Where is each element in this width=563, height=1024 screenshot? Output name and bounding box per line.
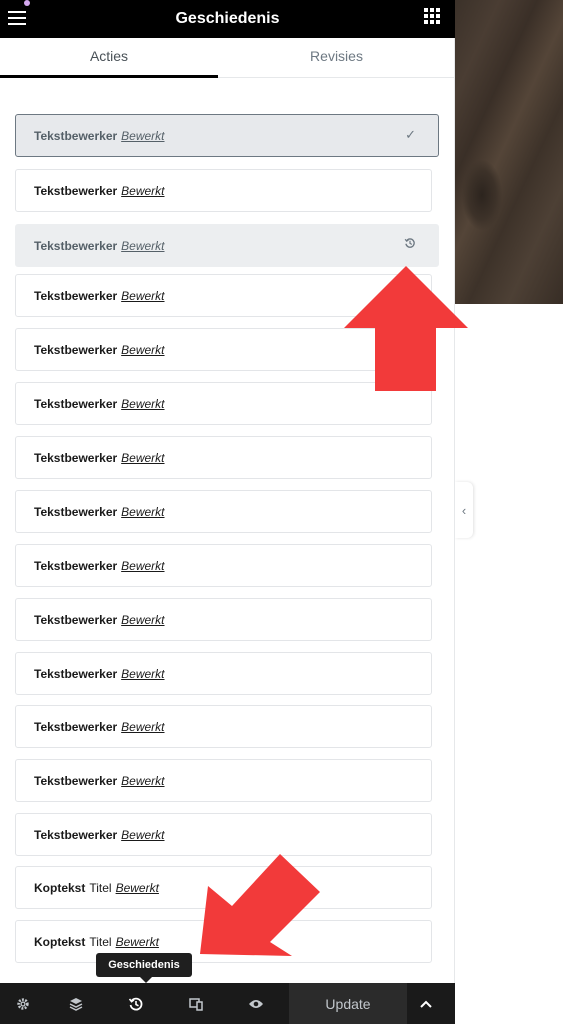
history-tooltip: Geschiedenis — [96, 953, 192, 983]
navigator-button[interactable] — [46, 983, 106, 1024]
history-item-action: Bewerkt — [121, 773, 165, 788]
history-item[interactable]: Tekstbewerker Bewerkt — [15, 598, 432, 641]
history-tabs: Acties Revisies — [0, 38, 455, 78]
grid-icon[interactable] — [424, 8, 440, 24]
history-item[interactable]: Tekstbewerker Bewerkt — [15, 544, 432, 587]
history-item-action: Bewerkt — [121, 128, 165, 143]
preview-button[interactable] — [226, 983, 286, 1024]
history-item-element: Tekstbewerker — [34, 719, 118, 734]
history-item-action: Bewerkt — [121, 558, 165, 573]
panel-footer: Update — [0, 983, 455, 1024]
hamburger-icon[interactable] — [8, 11, 26, 25]
history-item-element: Tekstbewerker — [34, 450, 118, 465]
eye-icon — [249, 999, 263, 1008]
history-item-action: Bewerkt — [121, 342, 165, 357]
annotation-arrow-down-left — [200, 854, 320, 956]
history-item[interactable]: Tekstbewerker Bewerkt — [15, 652, 432, 695]
history-item-element: Tekstbewerker — [34, 504, 118, 519]
history-item-element: Koptekst — [34, 880, 86, 895]
history-item[interactable]: Tekstbewerker Bewerkt — [15, 224, 439, 267]
history-item-element: Tekstbewerker — [34, 558, 118, 573]
layers-icon — [69, 997, 83, 1011]
preview-image-knot — [462, 160, 502, 230]
history-item-element: Tekstbewerker — [34, 666, 118, 681]
history-icon[interactable] — [404, 237, 416, 252]
history-item-element: Tekstbewerker — [34, 238, 118, 253]
checkmark-icon: ✓ — [405, 127, 416, 142]
history-item-action: Bewerkt — [115, 880, 159, 895]
panel-header: Geschiedenis — [0, 0, 455, 38]
history-item-action: Bewerkt — [121, 504, 165, 519]
preview-image — [455, 0, 563, 304]
history-item-element-suffix: Titel — [89, 880, 112, 895]
tab-revisies[interactable]: Revisies — [218, 38, 455, 77]
collapse-panel-button[interactable]: ‹ — [455, 482, 473, 538]
history-item-action: Bewerkt — [121, 396, 165, 411]
annotation-arrow-up — [344, 266, 468, 391]
history-item-element: Tekstbewerker — [34, 183, 118, 198]
history-item-element: Tekstbewerker — [34, 128, 118, 143]
history-item-element: Tekstbewerker — [34, 342, 118, 357]
history-item-action: Bewerkt — [121, 827, 165, 842]
history-icon — [128, 997, 143, 1011]
history-item-action: Bewerkt — [121, 238, 165, 253]
history-item-action: Bewerkt — [121, 666, 165, 681]
history-item-element: Tekstbewerker — [34, 773, 118, 788]
responsive-icon — [189, 997, 203, 1011]
history-item-action: Bewerkt — [121, 450, 165, 465]
history-item-action: Bewerkt — [121, 183, 165, 198]
history-item[interactable]: Tekstbewerker Bewerkt — [15, 490, 432, 533]
history-item[interactable]: Tekstbewerker Bewerkt — [15, 169, 432, 212]
tab-acties[interactable]: Acties — [0, 38, 218, 78]
history-item[interactable]: Tekstbewerker Bewerkt ✓ — [15, 114, 439, 157]
more-options-button[interactable] — [407, 983, 444, 1024]
history-item-element: Tekstbewerker — [34, 396, 118, 411]
history-item-action: Bewerkt — [121, 719, 165, 734]
history-item[interactable]: Tekstbewerker Bewerkt — [15, 759, 432, 802]
history-item-action: Bewerkt — [121, 288, 165, 303]
history-button[interactable] — [106, 983, 166, 1024]
notification-dot — [24, 0, 30, 6]
chevron-left-icon: ‹ — [461, 502, 467, 518]
history-item[interactable]: Tekstbewerker Bewerkt — [15, 705, 432, 748]
history-item-action: Bewerkt — [115, 934, 159, 949]
settings-button[interactable] — [0, 983, 46, 1024]
history-item-action: Bewerkt — [121, 612, 165, 627]
history-item-element: Tekstbewerker — [34, 827, 118, 842]
history-item-element-suffix: Titel — [89, 934, 112, 949]
history-item-element: Tekstbewerker — [34, 288, 118, 303]
update-button[interactable]: Update — [289, 983, 407, 1024]
gear-icon — [17, 997, 29, 1010]
history-item-element: Koptekst — [34, 934, 86, 949]
panel-title: Geschiedenis — [175, 10, 280, 27]
editor-screen: ‹ Geschiedenis Acties Revisies Tekstbewe… — [0, 0, 563, 1024]
chevron-up-icon — [419, 1000, 432, 1008]
responsive-button[interactable] — [166, 983, 226, 1024]
history-item-element: Tekstbewerker — [34, 612, 118, 627]
history-item[interactable]: Tekstbewerker Bewerkt — [15, 436, 432, 479]
